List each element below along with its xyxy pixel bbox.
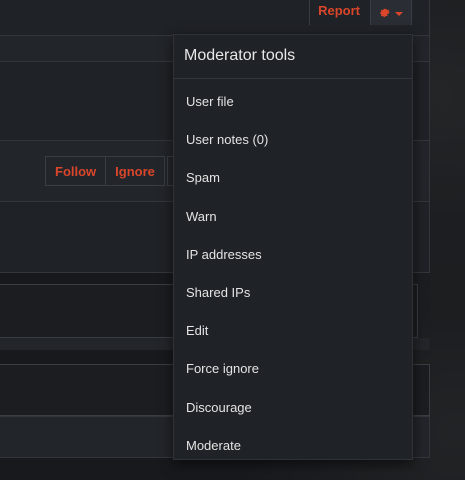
chevron-down-icon: [395, 11, 403, 16]
moderator-tools-toggle[interactable]: [370, 0, 412, 25]
menu-item-user-file[interactable]: User file: [174, 83, 412, 121]
moderator-tools-menu: Moderator tools User file User notes (0)…: [173, 34, 413, 460]
menu-item-warn[interactable]: Warn: [174, 198, 412, 236]
menu-item-shared-ips[interactable]: Shared IPs: [174, 274, 412, 312]
menu-item-edit[interactable]: Edit: [174, 312, 412, 350]
ignore-button[interactable]: Ignore: [105, 157, 164, 185]
menu-item-moderate[interactable]: Moderate: [174, 427, 412, 465]
menu-item-force-ignore[interactable]: Force ignore: [174, 350, 412, 388]
menu-item-discourage[interactable]: Discourage: [174, 389, 412, 427]
gear-icon: [380, 8, 390, 17]
menu-title: Moderator tools: [174, 35, 412, 79]
menu-item-user-notes[interactable]: User notes (0): [174, 121, 412, 159]
follow-button[interactable]: Follow: [46, 157, 105, 185]
menu-list: User file User notes (0) Spam Warn IP ad…: [174, 79, 412, 465]
menu-item-ip-addresses[interactable]: IP addresses: [174, 236, 412, 274]
menu-item-spam[interactable]: Spam: [174, 159, 412, 197]
follow-ignore-group: Follow Ignore: [45, 156, 165, 186]
profile-top-actions: Report: [309, 0, 412, 25]
report-button[interactable]: Report: [309, 0, 370, 25]
